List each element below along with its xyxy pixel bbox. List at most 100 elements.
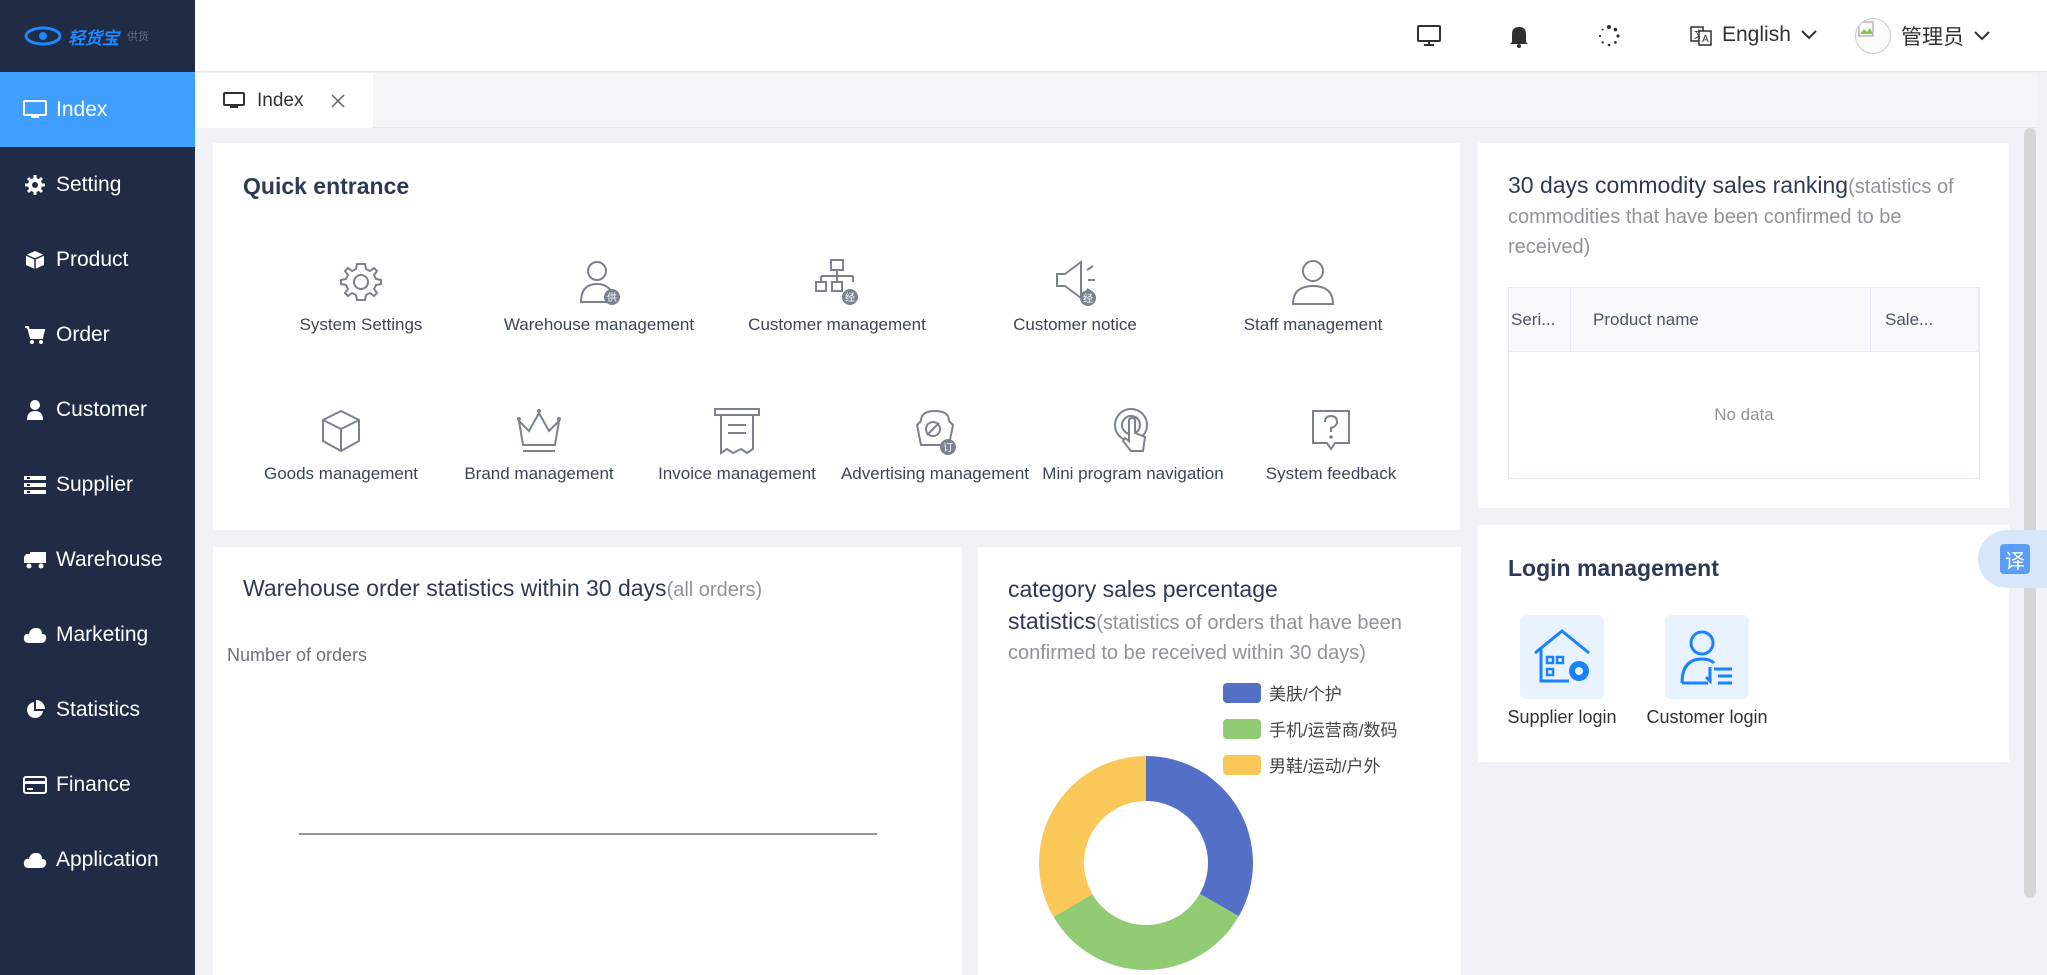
sidebar-item-warehouse[interactable]: Warehouse [0,522,195,597]
person-list-icon [1665,615,1749,699]
sidebar-item-label: Statistics [56,697,141,721]
tab-label: Index [257,89,304,111]
quick-customer-notice[interactable]: 经 Customer notice [965,256,1185,335]
quick-entrance-label: Invoice management [658,464,816,483]
sidebar-item-supplier[interactable]: Supplier [0,447,195,522]
pie-slice[interactable] [1053,893,1239,970]
column-header-product-name[interactable]: Product name [1571,288,1871,351]
quick-entrance-label: Customer management [748,315,926,334]
customer-login-tile[interactable]: Customer login [1637,615,1777,728]
bell-icon[interactable] [1505,22,1533,50]
sidebar-item-label: Product [56,247,129,271]
warehouse-stats-heading: Warehouse order statistics within 30 day… [243,575,762,602]
sidebar-item-customer[interactable]: Customer [0,372,195,447]
loading-icon[interactable] [1595,22,1623,50]
monitor-icon [223,91,245,108]
quick-system-feedback[interactable]: System feedback [1221,405,1441,484]
quick-entrance-label: Customer notice [1013,315,1137,334]
login-management-card: Login management Supplier login Customer… [1478,525,2009,762]
warehouse-line-chart: Number of orders [227,645,877,835]
category-donut-chart [1039,756,1253,970]
translate-icon: 译 [2000,544,2030,574]
quick-entrance-title: Quick entrance [243,173,410,199]
quick-entrance-label: Staff management [1243,315,1383,334]
language-selector[interactable]: 文A English [1690,20,1817,50]
sidebar-item-statistics[interactable]: Statistics [0,672,195,747]
person-badge-icon: 供 [579,261,620,305]
quick-brand-management[interactable]: Brand management [429,405,649,484]
question-bubble-icon [1312,410,1350,451]
badge-text: 经 [845,291,855,304]
badge-text: 经 [1083,292,1093,305]
quick-staff-management[interactable]: Staff management [1203,256,1423,335]
sidebar-item-index[interactable]: Index [0,72,195,147]
tap-icon [1114,408,1148,452]
cart-icon [22,324,48,346]
column-header-serial[interactable]: Seri... [1509,288,1571,351]
chevron-down-icon [1974,31,1990,41]
sidebar-item-application[interactable]: Application [0,822,195,897]
logo-mark-icon [24,26,62,46]
receipt-icon [714,408,760,455]
sidebar-item-label: Warehouse [56,547,163,571]
quick-goods-management[interactable]: Goods management [231,405,451,484]
sidebar-item-marketing[interactable]: Marketing [0,597,195,672]
megaphone-icon: 经 [1056,260,1096,306]
translate-icon: 文A [1690,26,1712,46]
category-stats-card: category sales percentage statistics(sta… [978,547,1461,975]
quick-entrance-label: System Settings [299,315,423,334]
warehouse-stats-card: Warehouse order statistics within 30 day… [213,547,962,975]
column-header-sales[interactable]: Sale... [1871,288,1979,351]
person-icon [1291,260,1335,305]
quick-entrance-label: Goods management [263,464,419,483]
cube-icon [322,409,360,453]
vertical-scrollbar[interactable] [2024,128,2036,898]
username: 管理员 [1901,26,1964,49]
tab-index[interactable]: Index [195,73,373,128]
supplier-login-tile[interactable]: Supplier login [1492,615,1632,728]
quick-advertising-management[interactable]: 订 Advertising management [825,405,1045,484]
badge-text: 订 [943,442,953,454]
tab-bar: Index [195,73,2037,128]
person-icon [22,399,48,421]
quick-customer-management[interactable]: 经 Customer management [727,256,947,335]
chevron-down-icon [1801,30,1817,40]
quick-invoice-management[interactable]: Invoice management [627,405,847,484]
login-management-title: Login management [1508,555,1719,581]
crown-icon [517,409,561,452]
close-icon[interactable] [331,93,346,108]
house-gear-icon [1520,615,1604,699]
pie-slice[interactable] [1146,756,1253,917]
translate-button[interactable]: 译 [1978,530,2047,588]
sidebar-item-product[interactable]: Product [0,222,195,297]
gear-icon [340,263,382,301]
cloud-icon [22,849,48,871]
ranking-table: Seri... Product name Sale... No data [1508,287,1980,479]
table-empty-text: No data [1714,405,1774,424]
sidebar-item-label: Index [56,97,108,121]
monitor-icon[interactable] [1415,22,1443,50]
avatar [1855,18,1891,54]
sidebar-item-finance[interactable]: Finance [0,747,195,822]
pie-slice[interactable] [1039,756,1146,917]
sidebar-item-order[interactable]: Order [0,297,195,372]
login-tile-label: Supplier login [1507,707,1617,727]
monitor-icon [22,99,48,121]
login-tile-label: Customer login [1646,707,1768,727]
quick-system-settings[interactable]: System Settings [251,256,471,335]
sidebar-item-setting[interactable]: Setting [0,147,195,222]
logo-text: 轻货宝 [68,28,119,48]
truck-icon [22,549,48,571]
quick-entrance-label: Warehouse management [503,315,695,334]
box-icon [22,249,48,271]
sidebar-item-label: Marketing [56,622,149,646]
org-chart-icon: 经 [815,259,858,305]
sidebar-item-label: Supplier [56,472,134,496]
card-icon [22,774,48,796]
language-label: English [1722,23,1791,46]
warehouse-stats-title: Warehouse order statistics within 30 day… [243,575,667,601]
quick-mini-program-navigation[interactable]: Mini program navigation [1023,405,1243,484]
cloud-icon [22,624,48,646]
user-menu[interactable]: 管理员 [1855,16,1990,56]
quick-warehouse-management[interactable]: 供 Warehouse management [489,256,709,335]
